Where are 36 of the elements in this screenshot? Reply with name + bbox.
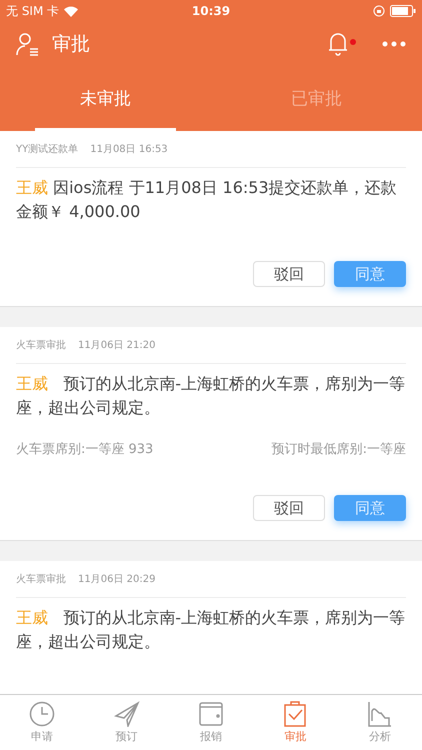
approval-message: 王威 因ios流程 于11月08日 16:53提交还款单，还款金额￥ 4,000.00: [16, 177, 398, 223]
carrier-label: 无 SIM 卡: [6, 2, 60, 20]
paper-plane-icon: [114, 701, 140, 727]
tab[interactable]: 未审批: [0, 66, 211, 131]
seat-detail: 火车票席别:一等座 933: [16, 441, 154, 458]
approval-time: 11月06日 20:29: [78, 573, 156, 586]
approve-button[interactable]: 同意: [334, 495, 406, 521]
tab-bar-item[interactable]: 分析: [338, 695, 422, 750]
tab[interactable]: 已审批: [211, 66, 422, 131]
clock-time: 10:39: [192, 4, 230, 18]
wallet-icon: [198, 701, 224, 727]
reject-button[interactable]: 驳回: [253, 495, 325, 521]
tab-bar-item[interactable]: 申请: [0, 695, 84, 750]
approval-type: 火车票审批: [16, 338, 66, 352]
lowest-seat-detail: 预订时最低席别:一等座: [272, 441, 406, 458]
clock-icon: [29, 701, 56, 727]
approval-time: 11月06日 21:20: [78, 339, 156, 352]
wifi-icon: [64, 6, 78, 16]
reject-button[interactable]: 驳回: [253, 261, 325, 287]
more-icon[interactable]: [382, 41, 406, 47]
line-chart-icon: [366, 701, 393, 727]
clipboard-check-icon: [282, 701, 308, 727]
page-title: 审批: [52, 32, 91, 57]
approval-type: 火车票审批: [16, 572, 66, 586]
tab-bar-item[interactable]: 审批: [253, 695, 338, 750]
approval-message: 王威 预订的从北京南-上海虹桥的火车票，席别为一等座，超出公司规定。: [16, 607, 406, 653]
tab-bar-item[interactable]: 报销: [168, 695, 254, 750]
user-list-icon[interactable]: [16, 32, 40, 56]
approval-message: 王威 预订的从北京南-上海虹桥的火车票，席别为一等座，超出公司规定。: [16, 373, 406, 419]
rotation-lock-icon: [372, 5, 385, 17]
battery-icon: [390, 5, 416, 17]
approval-time: 11月08日 16:53: [90, 143, 168, 156]
tab-bar-item[interactable]: 预订: [84, 695, 169, 750]
approval-type: YY测试还款单: [16, 142, 78, 156]
approve-button[interactable]: 同意: [334, 261, 406, 287]
notification-bell-icon[interactable]: [328, 32, 358, 56]
